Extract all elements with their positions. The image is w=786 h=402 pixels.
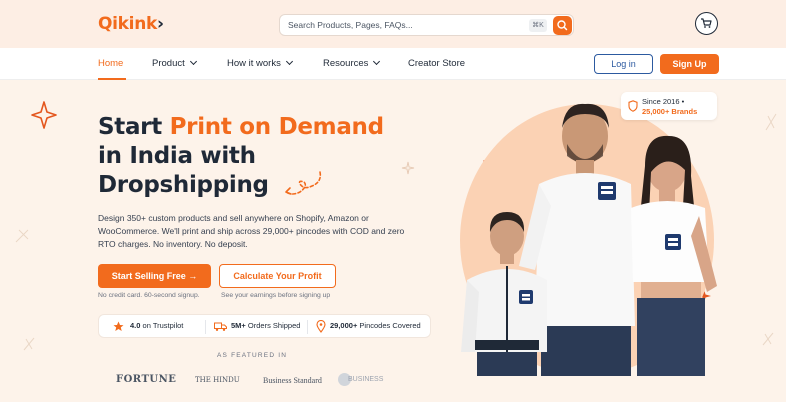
stat-label: Pincodes Covered: [359, 321, 421, 330]
hero-title-highlight: Print on Demand: [169, 114, 384, 140]
stat-pincodes: 29,000+ Pincodes Covered: [330, 321, 421, 330]
hero-title-line-2: in India with: [98, 143, 256, 169]
stat-orders: 5M+ Orders Shipped: [231, 321, 300, 330]
signup-button[interactable]: Sign Up: [660, 54, 719, 74]
login-button[interactable]: Log in: [594, 54, 653, 74]
nav-item-home[interactable]: Home: [98, 58, 123, 69]
start-selling-label: Start Selling Free: [111, 271, 186, 281]
nav-item-label: Resources: [323, 58, 369, 69]
hero-title-part: Start: [98, 114, 170, 140]
stat-label: on Trustpilot: [142, 321, 184, 330]
stat-value: 4.0: [130, 321, 141, 330]
hero-title-line-3: Dropshipping: [98, 172, 269, 198]
hero-title-line-1: Start Print on Demand: [98, 114, 384, 140]
since-2016-badge: Since 2016 • 25,000+ Brands: [621, 92, 717, 120]
brand-logo-business-standard: Business Standard: [263, 376, 322, 385]
nav-item-product[interactable]: Product: [152, 57, 197, 69]
sparkle-icon: [31, 101, 57, 129]
stat-value: 5M+: [231, 321, 246, 330]
stat-trustpilot: 4.0 on Trustpilot: [130, 321, 183, 330]
top-bar: Qikink› Search Products, Pages, FAQs... …: [0, 0, 786, 48]
badge-since-text: Since 2016 •: [642, 97, 685, 106]
shield-icon: [628, 100, 638, 112]
badge-brands-text: 25,000+ Brands: [642, 107, 698, 116]
doodle-icon: [762, 332, 774, 346]
divider: [205, 320, 206, 334]
nav-item-label: Product: [152, 58, 185, 69]
location-pin-icon: [316, 320, 326, 333]
cart-button[interactable]: [695, 12, 718, 35]
search-icon: [557, 20, 568, 31]
start-selling-button[interactable]: Start Selling Free →: [98, 264, 211, 288]
nav-item-creator-store[interactable]: Creator Store: [408, 58, 465, 69]
doodle-icon: [765, 113, 777, 131]
nav-item-resources[interactable]: Resources: [323, 57, 381, 69]
nav-item-how-it-works[interactable]: How it works: [227, 57, 293, 69]
cta-primary-note: No credit card. 60-second signup.: [98, 292, 200, 299]
models-wearing-tshirts-image: [461, 103, 717, 376]
nav-item-label: How it works: [227, 58, 281, 69]
chevron-down-icon: [373, 57, 381, 66]
doodle-icon: [401, 161, 415, 175]
star-icon: [113, 321, 124, 331]
search-shortcut-badge: ⌘K: [529, 19, 547, 32]
cta-secondary-note: See your earnings before signing up: [221, 292, 331, 299]
logo-text: Qikink: [98, 14, 158, 34]
divider: [307, 320, 308, 334]
brand-logo-the-hindu: THE HINDU: [195, 376, 240, 384]
logo-arrow-icon: ›: [157, 14, 164, 34]
squiggle-arrow-icon: [285, 171, 322, 195]
main-nav: Home Product How it works Resources Crea…: [0, 48, 786, 80]
cart-icon: [701, 18, 712, 28]
stats-strip: 4.0 on Trustpilot 5M+ Orders Shipped 29,…: [98, 314, 431, 338]
search-input[interactable]: Search Products, Pages, FAQs...: [288, 20, 413, 30]
arrow-right-icon: →: [188, 271, 198, 281]
chevron-down-icon: [285, 57, 293, 66]
stat-value: 29,000+: [330, 321, 358, 330]
logo[interactable]: Qikink›: [98, 14, 164, 34]
doodle-icon: [15, 229, 29, 243]
doodle-icon: [23, 337, 35, 351]
hero-description: Design 350+ custom products and sell any…: [98, 213, 405, 249]
truck-icon: [214, 322, 227, 331]
search-bar[interactable]: Search Products, Pages, FAQs... ⌘K: [279, 14, 574, 36]
chevron-down-icon: [189, 57, 197, 66]
featured-title: AS FEATURED IN: [217, 352, 288, 359]
search-button[interactable]: [553, 16, 572, 35]
stat-label: Orders Shipped: [247, 321, 301, 330]
active-nav-indicator: [98, 78, 126, 80]
brand-logo-business: BUSINESS: [348, 376, 384, 383]
calculate-profit-button[interactable]: Calculate Your Profit: [219, 264, 336, 288]
brand-logo-fortune: FORTUNE: [116, 374, 177, 385]
